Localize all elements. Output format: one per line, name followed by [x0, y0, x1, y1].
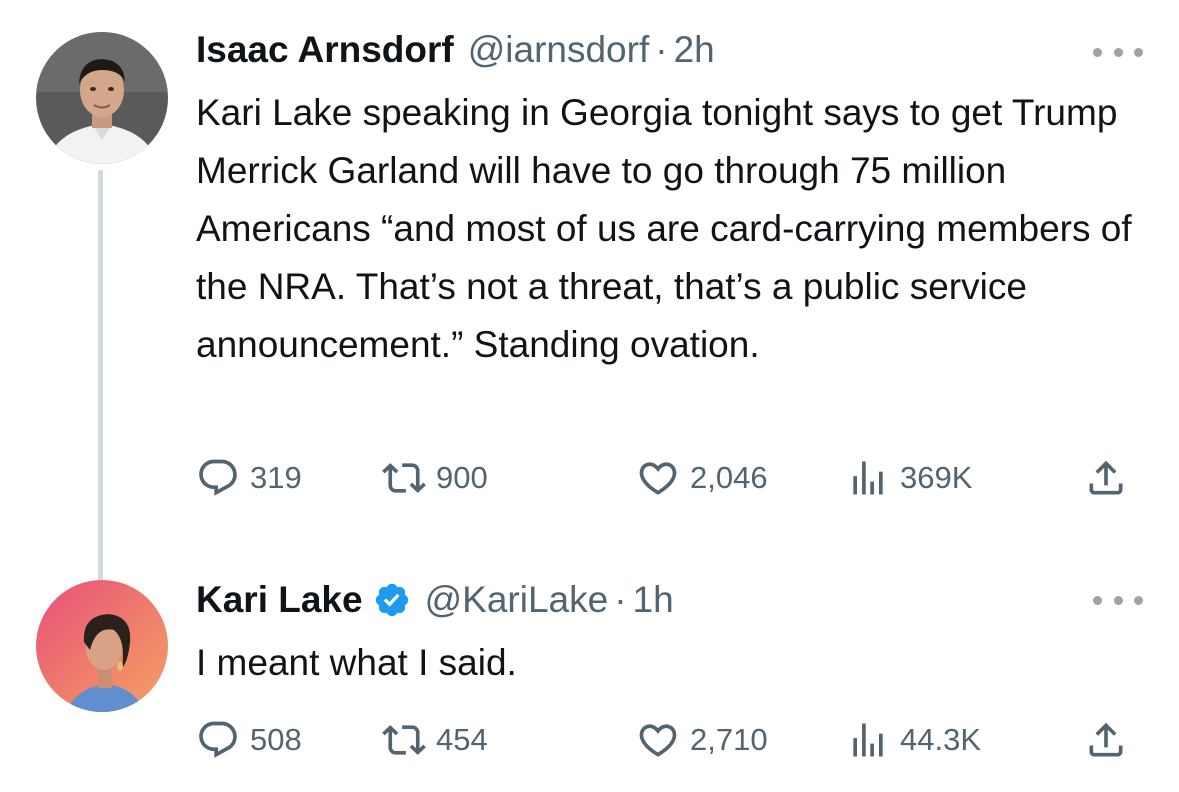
- timestamp[interactable]: 2h: [674, 28, 715, 72]
- share-icon: [1089, 722, 1123, 757]
- tweet-kari-lake[interactable]: Kari Lake @KariLake · 1h I meant what I …: [0, 560, 1179, 792]
- share-button[interactable]: [1084, 718, 1128, 762]
- more-icon[interactable]: [1093, 590, 1143, 610]
- avatar-image: [36, 580, 168, 712]
- views-count: 369K: [900, 460, 973, 495]
- share-button[interactable]: [1084, 456, 1128, 500]
- more-icon[interactable]: [1093, 42, 1143, 62]
- share-icon: [1089, 460, 1123, 495]
- tweet-text: Kari Lake speaking in Georgia tonight sa…: [196, 92, 1132, 365]
- like-button[interactable]: 2,046: [636, 456, 768, 500]
- tweet-header: Isaac Arnsdorf @iarnsdorf · 2h: [196, 28, 715, 72]
- views-button[interactable]: 369K: [846, 456, 972, 500]
- separator-dot: ·: [655, 29, 668, 70]
- tweet-actions: 508 454 2,710 44.3K: [196, 718, 1146, 762]
- like-count: 2,710: [690, 722, 768, 757]
- tweet-header: Kari Lake @KariLake · 1h: [196, 578, 674, 622]
- like-count: 2,046: [690, 460, 768, 495]
- reply-icon: [199, 459, 237, 496]
- display-name[interactable]: Kari Lake: [196, 578, 363, 622]
- retweet-button[interactable]: 454: [382, 718, 488, 762]
- tweet-isaac-arnsdorf[interactable]: Isaac Arnsdorf @iarnsdorf · 2h Kari Lake…: [0, 0, 1179, 560]
- retweet-icon: [382, 463, 426, 493]
- retweet-icon: [382, 725, 426, 755]
- views-count: 44.3K: [900, 722, 982, 757]
- heart-icon: [639, 462, 677, 495]
- verified-badge-icon[interactable]: [373, 581, 411, 619]
- separator-dot: ·: [614, 579, 627, 620]
- reply-count: 319: [250, 460, 302, 495]
- timestamp[interactable]: 1h: [633, 578, 674, 622]
- avatar[interactable]: [36, 580, 168, 712]
- reply-icon: [199, 721, 237, 758]
- views-icon: [853, 461, 883, 495]
- handle[interactable]: @KariLake: [425, 578, 609, 622]
- avatar-image: [36, 32, 168, 164]
- views-icon: [853, 723, 883, 757]
- reply-button[interactable]: 319: [196, 456, 302, 500]
- retweet-count: 900: [436, 460, 488, 495]
- tweet-actions: 319 900 2,046 369K: [196, 456, 1146, 500]
- retweet-count: 454: [436, 722, 488, 757]
- reply-button[interactable]: 508: [196, 718, 302, 762]
- heart-icon: [639, 724, 677, 757]
- views-button[interactable]: 44.3K: [846, 718, 981, 762]
- reply-count: 508: [250, 722, 302, 757]
- like-button[interactable]: 2,710: [636, 718, 768, 762]
- handle[interactable]: @iarnsdorf: [468, 28, 650, 72]
- avatar[interactable]: [36, 32, 168, 164]
- tweet-text: I meant what I said.: [196, 642, 517, 683]
- display-name[interactable]: Isaac Arnsdorf: [196, 28, 454, 72]
- retweet-button[interactable]: 900: [382, 456, 488, 500]
